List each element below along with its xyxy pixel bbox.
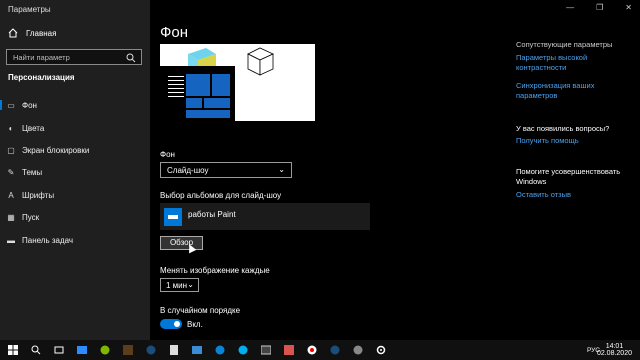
sidebar-item-themes[interactable]: ✎ Темы [0,163,150,181]
chevron-down-icon: ⌄ [278,165,285,174]
album-icon [164,208,182,226]
windows-start-icon[interactable] [8,345,18,355]
sidebar-item-start[interactable]: ▦ Пуск [0,208,150,226]
close-icon[interactable]: ✕ [625,3,632,12]
sidebar-item-label: Темы [22,167,43,177]
window-controls: — ❐ ✕ [566,3,632,12]
section-title: Персонализация [8,73,75,82]
brush-icon: ✎ [7,167,15,177]
app-icon[interactable] [123,345,133,355]
shuffle-label: В случайном порядке [160,306,241,315]
improve-text: Помогите усовершенствовать Windows [516,167,621,186]
background-preview [160,44,315,121]
settings-gear-icon[interactable] [376,345,386,355]
background-dropdown[interactable]: Слайд-шоу ⌄ [160,162,292,178]
sidebar-item-label: Фон [22,100,37,110]
app-icon[interactable] [77,345,87,355]
sidebar-item-label: Цвета [22,123,45,133]
album-name: работы Paint [188,210,236,219]
interval-dropdown[interactable]: 1 мин ⌄ [160,278,199,292]
background-value: Слайд-шоу [167,166,209,175]
search-icon[interactable] [126,53,136,63]
window-title: Параметры [8,5,51,14]
shuffle-toggle[interactable] [160,319,182,329]
app-icon[interactable] [261,345,271,355]
sidebar-item-lock-screen[interactable]: ▢ Экран блокировки [0,141,150,159]
page-title: Фон [160,24,189,41]
task-view-icon[interactable] [54,345,64,355]
palette-icon: ◐ [8,123,14,133]
home-link[interactable]: Главная [8,28,56,38]
sidebar: Параметры Главная Найти параметр Персона… [0,0,150,340]
image-icon: ▭ [7,100,15,110]
skype-icon[interactable] [238,345,248,355]
app-icon[interactable] [192,345,202,355]
main-content: — ❐ ✕ Фон Фон Слайд-шоу ⌄ Выбор альбомов… [150,0,640,340]
sidebar-item-label: Панель задач [22,235,74,245]
search-placeholder: Найти параметр [13,53,70,62]
search-input[interactable]: Найти параметр [6,49,142,65]
related-header: Сопутствующие параметры [516,40,613,49]
background-label: Фон [160,150,175,159]
app-icon[interactable] [284,345,294,355]
feedback-link[interactable]: Оставить отзыв [516,190,626,200]
sidebar-item-label: Пуск [22,212,40,222]
clock-date: 02.08.2020 [596,350,632,357]
start-icon: ▦ [7,212,15,222]
sidebar-item-fonts[interactable]: A Шрифты [0,186,150,204]
albums-label: Выбор альбомов для слайд-шоу [160,191,282,200]
home-icon [8,28,18,38]
search-icon[interactable] [31,345,41,355]
preview-screen [160,66,235,121]
taskbar: РУС 14:01 02.08.2020 [0,340,640,360]
sidebar-item-background[interactable]: ▭ Фон [0,96,150,114]
clock-time: 14:01 [605,343,624,350]
font-icon: A [8,190,14,200]
edge-icon[interactable] [215,345,225,355]
sidebar-item-label: Шрифты [22,190,55,200]
browse-button[interactable]: Обзор [160,236,203,250]
app-icon[interactable] [353,345,363,355]
minimize-icon[interactable]: — [566,3,574,12]
sidebar-item-label: Экран блокировки [22,145,90,155]
get-help-link[interactable]: Получить помощь [516,136,626,146]
calculator-icon[interactable] [169,345,179,355]
clock[interactable]: 14:01 02.08.2020 [597,343,632,357]
app-icon[interactable] [100,345,110,355]
taskbar-icon: ▬ [7,235,15,245]
steam-icon[interactable] [146,345,156,355]
change-interval-label: Менять изображение каждые [160,266,270,275]
home-label: Главная [26,28,57,38]
high-contrast-link[interactable]: Параметры высокой контрастности [516,53,626,73]
sync-settings-link[interactable]: Синхронизация ваших параметров [516,81,626,101]
chevron-down-icon: ⌄ [187,280,194,289]
maximize-icon[interactable]: ❐ [596,3,603,12]
lock-screen-icon: ▢ [7,145,15,155]
question-text: У вас появились вопросы? [516,124,610,133]
sidebar-item-colors[interactable]: ◐ Цвета [0,119,150,137]
yandex-icon[interactable] [307,345,317,355]
album-card[interactable]: работы Paint [160,203,370,230]
sidebar-item-taskbar[interactable]: ▬ Панель задач [0,231,150,249]
shuffle-state: Вкл. [187,320,203,329]
steam-icon[interactable] [330,345,340,355]
interval-value: 1 мин [166,281,188,290]
